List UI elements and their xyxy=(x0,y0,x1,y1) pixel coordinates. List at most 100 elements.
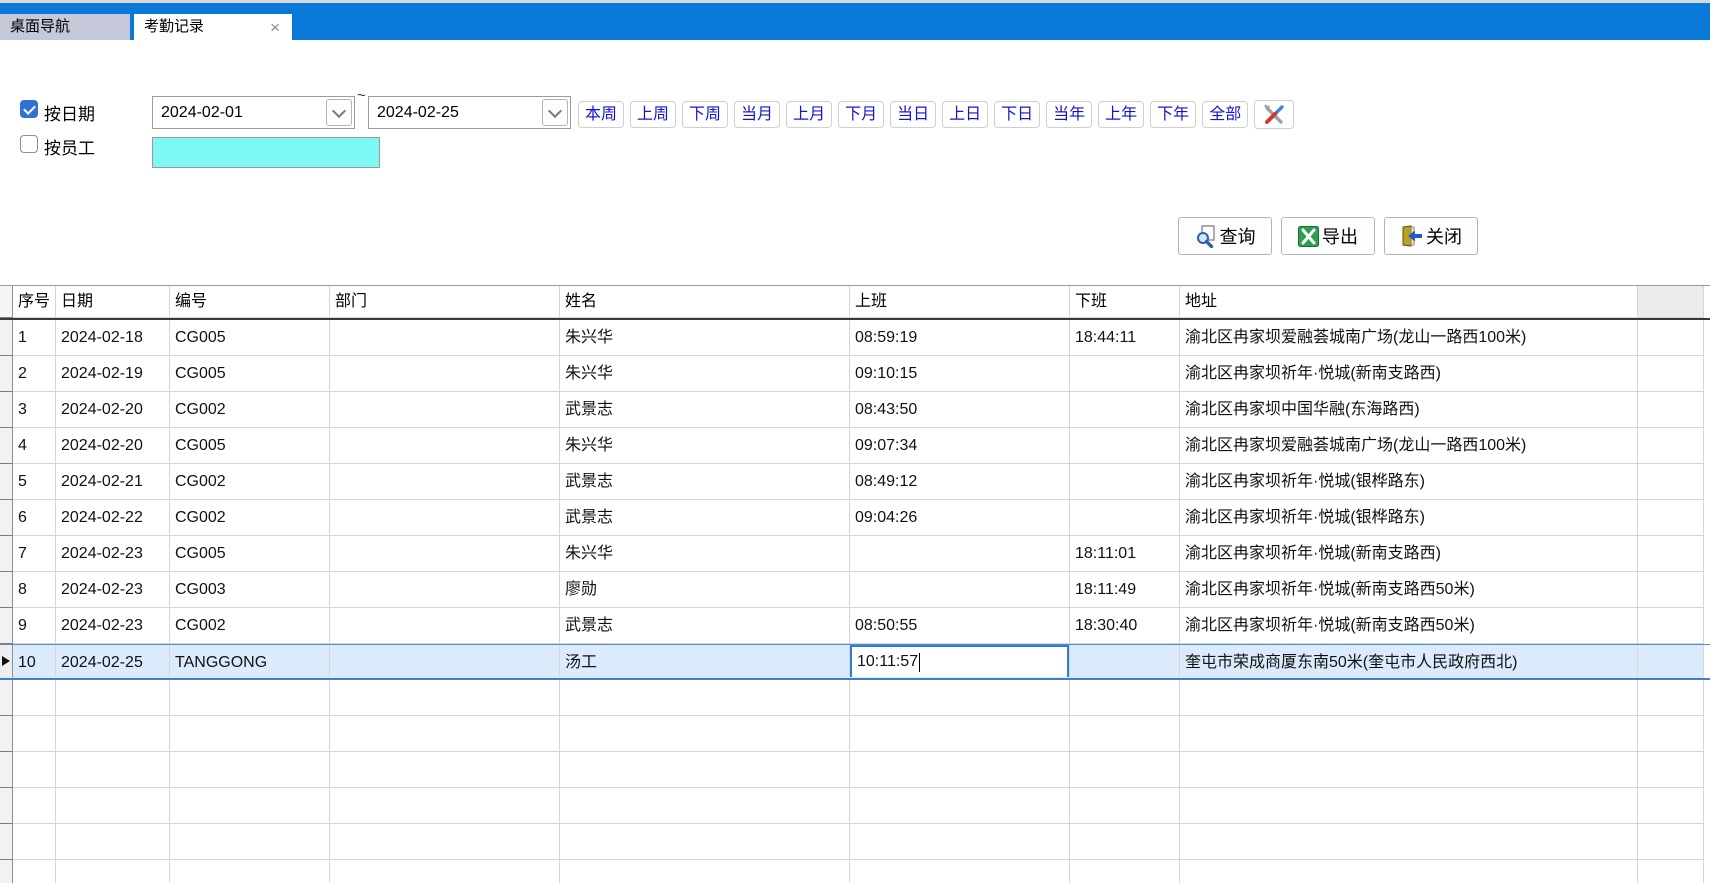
cell-clock-out[interactable] xyxy=(1070,788,1180,824)
chevron-down-icon[interactable] xyxy=(326,99,352,126)
cell-name[interactable]: 武景志 xyxy=(560,608,850,644)
table-row[interactable] xyxy=(0,860,1710,883)
table-row[interactable]: 2 2024-02-19 CG005 朱兴华 09:10:15 渝北区冉家坝祈年… xyxy=(0,356,1710,392)
quick-range-this-week[interactable]: 本周 xyxy=(578,101,624,128)
cell-dept[interactable] xyxy=(330,536,560,572)
cell-name[interactable]: 朱兴华 xyxy=(560,536,850,572)
table-row[interactable]: 9 2024-02-23 CG002 武景志 08:50:55 18:30:40… xyxy=(0,608,1710,644)
quick-range-next-year[interactable]: 下年 xyxy=(1150,101,1196,128)
cell-no[interactable] xyxy=(13,680,56,716)
cell-code[interactable]: CG005 xyxy=(170,320,330,356)
cell-extra[interactable] xyxy=(1638,824,1704,860)
cell-extra[interactable] xyxy=(1638,536,1704,572)
row-selector-cell[interactable] xyxy=(0,645,13,678)
cell-dept[interactable] xyxy=(330,716,560,752)
column-header-no[interactable]: 序号 xyxy=(13,286,56,318)
cell-address[interactable]: 渝北区冉家坝爱融荟城南广场(龙山一路西100米) xyxy=(1180,320,1638,356)
cell-no[interactable] xyxy=(13,788,56,824)
cell-no[interactable]: 4 xyxy=(13,428,56,464)
cell-date[interactable] xyxy=(56,788,170,824)
cell-clock-out[interactable] xyxy=(1070,464,1180,500)
table-row[interactable] xyxy=(0,824,1710,860)
cell-extra[interactable] xyxy=(1638,392,1704,428)
by-employee-checkbox[interactable] xyxy=(20,135,38,153)
cell-clock-out[interactable] xyxy=(1070,500,1180,536)
cell-no[interactable]: 9 xyxy=(13,608,56,644)
cell-clock-in[interactable]: 08:50:55 xyxy=(850,608,1070,644)
cell-dept[interactable] xyxy=(330,608,560,644)
cell-extra[interactable] xyxy=(1638,500,1704,536)
cell-date[interactable] xyxy=(56,860,170,883)
cell-address[interactable] xyxy=(1180,860,1638,883)
cell-clock-out[interactable] xyxy=(1070,752,1180,788)
table-row[interactable]: 7 2024-02-23 CG005 朱兴华 18:11:01 渝北区冉家坝祈年… xyxy=(0,536,1710,572)
cell-name[interactable]: 汤工 xyxy=(560,645,850,678)
cell-clock-out[interactable] xyxy=(1070,824,1180,860)
cell-clock-in[interactable] xyxy=(850,860,1070,883)
row-selector-cell[interactable] xyxy=(0,428,13,464)
row-selector-cell[interactable] xyxy=(0,320,13,356)
cell-code[interactable]: CG005 xyxy=(170,536,330,572)
quick-range-prev-day[interactable]: 上日 xyxy=(942,101,988,128)
table-row[interactable] xyxy=(0,716,1710,752)
table-row[interactable] xyxy=(0,788,1710,824)
cell-clock-in[interactable]: 10:11:57 xyxy=(850,645,1070,678)
cell-extra[interactable] xyxy=(1638,860,1704,883)
chevron-down-icon[interactable] xyxy=(542,99,568,126)
cell-extra[interactable] xyxy=(1638,464,1704,500)
cell-no[interactable]: 1 xyxy=(13,320,56,356)
cell-dept[interactable] xyxy=(330,788,560,824)
table-row[interactable] xyxy=(0,680,1710,716)
cell-code[interactable] xyxy=(170,680,330,716)
cell-dept[interactable] xyxy=(330,356,560,392)
column-header-dept[interactable]: 部门 xyxy=(330,286,560,318)
cell-date[interactable] xyxy=(56,716,170,752)
row-selector-cell[interactable] xyxy=(0,392,13,428)
quick-range-this-month[interactable]: 当月 xyxy=(734,101,780,128)
cell-date[interactable] xyxy=(56,824,170,860)
cell-dept[interactable] xyxy=(330,320,560,356)
cell-address[interactable]: 渝北区冉家坝爱融荟城南广场(龙山一路西100米) xyxy=(1180,428,1638,464)
cell-no[interactable] xyxy=(13,752,56,788)
cell-code[interactable]: CG002 xyxy=(170,608,330,644)
table-row[interactable]: 4 2024-02-20 CG005 朱兴华 09:07:34 渝北区冉家坝爱融… xyxy=(0,428,1710,464)
cell-no[interactable]: 8 xyxy=(13,572,56,608)
cell-clock-in[interactable]: 09:07:34 xyxy=(850,428,1070,464)
quick-range-all[interactable]: 全部 xyxy=(1202,101,1248,128)
employee-input[interactable] xyxy=(152,137,380,168)
cell-code[interactable]: CG002 xyxy=(170,464,330,500)
cell-clock-out[interactable] xyxy=(1070,680,1180,716)
row-selector-cell[interactable] xyxy=(0,500,13,536)
quick-range-last-year[interactable]: 上年 xyxy=(1098,101,1144,128)
cell-no[interactable]: 10 xyxy=(13,645,56,678)
cell-clock-out[interactable] xyxy=(1070,428,1180,464)
quick-range-this-year[interactable]: 当年 xyxy=(1046,101,1092,128)
quick-range-today[interactable]: 当日 xyxy=(890,101,936,128)
row-selector-cell[interactable] xyxy=(0,680,13,716)
column-header-code[interactable]: 编号 xyxy=(170,286,330,318)
cell-clock-out[interactable] xyxy=(1070,356,1180,392)
cell-clock-out[interactable]: 18:11:49 xyxy=(1070,572,1180,608)
cell-code[interactable] xyxy=(170,824,330,860)
end-date-dropdown[interactable]: 2024-02-25 xyxy=(368,96,571,129)
cell-name[interactable]: 武景志 xyxy=(560,464,850,500)
cell-code[interactable]: TANGGONG xyxy=(170,645,330,678)
cell-name[interactable] xyxy=(560,824,850,860)
cell-no[interactable]: 2 xyxy=(13,356,56,392)
cell-extra[interactable] xyxy=(1638,680,1704,716)
table-row[interactable]: 3 2024-02-20 CG002 武景志 08:43:50 渝北区冉家坝中国… xyxy=(0,392,1710,428)
tab-attendance-records[interactable]: 考勤记录 × xyxy=(134,14,292,40)
clock-in-editor[interactable]: 10:11:57 xyxy=(850,645,1069,678)
column-header-address[interactable]: 地址 xyxy=(1180,286,1638,318)
cell-address[interactable]: 渝北区冉家坝祈年·悦城(新南支路西50米) xyxy=(1180,608,1638,644)
table-row[interactable]: 10 2024-02-25 TANGGONG 汤工 10:11:57 奎屯市荣成… xyxy=(0,644,1710,680)
column-header-clock-in[interactable]: 上班 xyxy=(850,286,1070,318)
cell-name[interactable]: 武景志 xyxy=(560,500,850,536)
cell-code[interactable]: CG003 xyxy=(170,572,330,608)
cell-address[interactable] xyxy=(1180,716,1638,752)
cell-date[interactable]: 2024-02-23 xyxy=(56,608,170,644)
cell-date[interactable]: 2024-02-22 xyxy=(56,500,170,536)
cell-code[interactable] xyxy=(170,716,330,752)
cell-clock-in[interactable]: 09:10:15 xyxy=(850,356,1070,392)
quick-range-next-week[interactable]: 下周 xyxy=(682,101,728,128)
